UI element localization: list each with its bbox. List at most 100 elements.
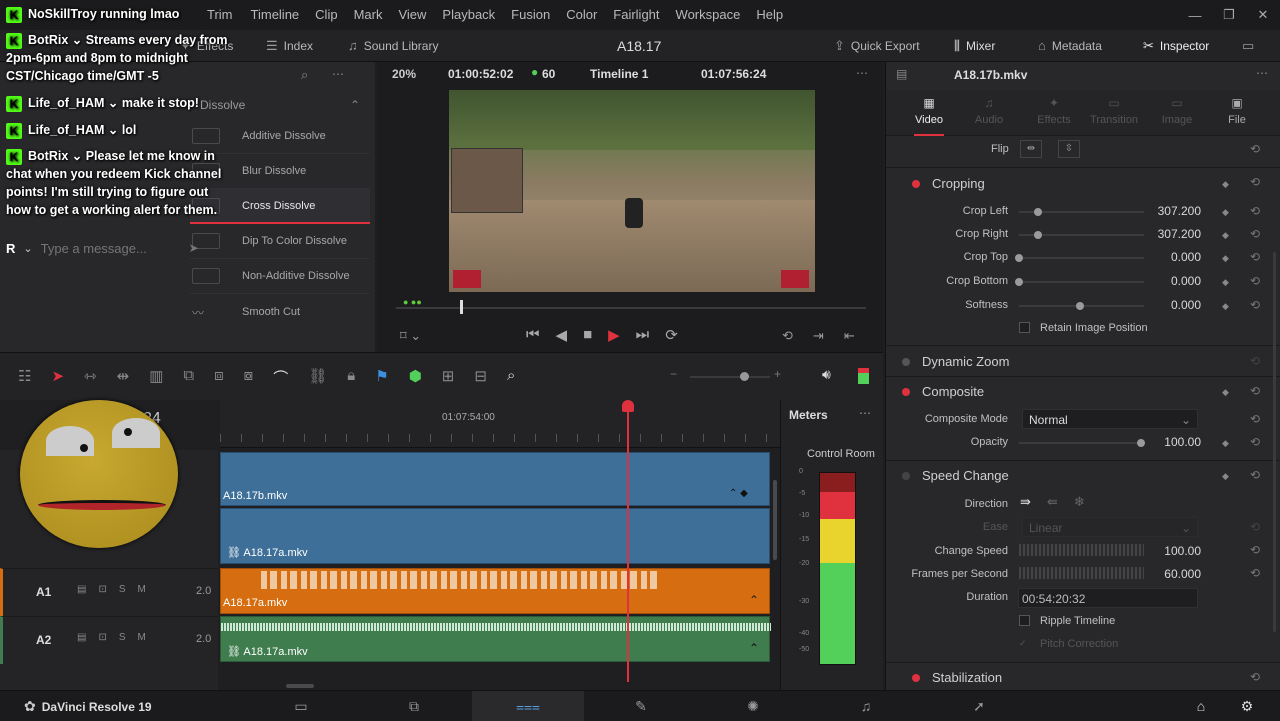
next-edit-icon[interactable]: ⇥ bbox=[813, 328, 824, 344]
slider-handle[interactable] bbox=[1034, 208, 1042, 216]
flip-vertical-icon[interactable]: ⇳ bbox=[1058, 140, 1080, 158]
video-clip-v1[interactable]: ⛓ A18.17a.mkv bbox=[220, 508, 770, 564]
tab-video[interactable]: ▦ Video bbox=[914, 96, 944, 126]
jump-end-icon[interactable]: ⏭ bbox=[636, 326, 650, 344]
jump-start-icon[interactable]: ⏮ bbox=[526, 326, 540, 344]
auto-select-icon[interactable]: ⊡ bbox=[98, 632, 106, 643]
reset-icon[interactable]: ⟲ bbox=[1250, 204, 1260, 218]
chat-message-input[interactable] bbox=[40, 240, 181, 256]
keyframe-icon[interactable]: ◆ bbox=[1222, 179, 1229, 190]
fusion-page-icon[interactable]: ✎ bbox=[611, 691, 671, 721]
crop-bottom-value[interactable]: 0.000 bbox=[1141, 274, 1201, 288]
dynamic-trim-icon[interactable]: ⇹ bbox=[117, 367, 130, 388]
menu-view[interactable]: View bbox=[398, 7, 426, 22]
track-header-a1[interactable]: A1 ▤ ⊡ S M 2.0 bbox=[0, 568, 218, 616]
crop-top-value[interactable]: 0.000 bbox=[1141, 250, 1201, 264]
menu-fairlight[interactable]: Fairlight bbox=[613, 7, 659, 22]
disabled-dot-icon[interactable] bbox=[902, 357, 910, 366]
stabilization-section-header[interactable]: Stabilization bbox=[912, 670, 1002, 685]
sound-library-button[interactable]: ♫ Sound Library bbox=[348, 38, 438, 53]
color-page-icon[interactable]: ✺ bbox=[723, 691, 783, 721]
change-speed-value[interactable]: 100.00 bbox=[1141, 544, 1201, 558]
volume-icon[interactable]: 🔊︎ bbox=[822, 366, 831, 383]
auto-select-icon[interactable]: ⊡ bbox=[98, 584, 106, 595]
more-options-icon[interactable]: ⋯ bbox=[859, 406, 871, 420]
keyframe-icon[interactable]: ◆ bbox=[1222, 277, 1229, 288]
fairlight-page-icon[interactable]: ♫ bbox=[836, 691, 896, 721]
timeline-selector[interactable]: Timeline 1 bbox=[590, 67, 648, 81]
tab-effects[interactable]: ✦ Effects bbox=[1034, 96, 1074, 126]
speed-change-section-header[interactable]: Speed Change bbox=[902, 468, 1009, 483]
crop-right-value[interactable]: 307.200 bbox=[1141, 227, 1201, 241]
tab-transition[interactable]: ▭ Transition bbox=[1086, 96, 1142, 126]
composite-mode-dropdown[interactable]: Normal ⌄ bbox=[1022, 409, 1198, 429]
flip-horizontal-icon[interactable]: ⇹ bbox=[1020, 140, 1042, 158]
settings-gear-icon[interactable]: ⚙ bbox=[1217, 691, 1277, 721]
dynamic-zoom-section-header[interactable]: Dynamic Zoom bbox=[902, 354, 1009, 369]
solo-button[interactable]: S bbox=[119, 584, 126, 595]
inspector-scrollbar[interactable] bbox=[1273, 252, 1276, 632]
match-frame-icon[interactable]: ⟲ bbox=[782, 328, 793, 344]
track-header-a2[interactable]: A2 ▤ ⊡ S M 2.0 bbox=[0, 616, 218, 664]
audio-meter-icon[interactable] bbox=[858, 368, 869, 384]
lock-icon[interactable]: ▤ bbox=[77, 584, 86, 595]
keyframe-icon[interactable]: ◆ bbox=[1222, 471, 1229, 482]
menu-clip[interactable]: Clip bbox=[315, 7, 337, 22]
reset-icon[interactable]: ⟲ bbox=[1250, 274, 1260, 288]
scrub-bar[interactable] bbox=[396, 307, 866, 309]
menu-playback[interactable]: Playback bbox=[442, 7, 495, 22]
crop-left-value[interactable]: 307.200 bbox=[1141, 204, 1201, 218]
snapping-icon[interactable]: ⌒ bbox=[273, 367, 288, 388]
keyframe-icon[interactable]: ◆ bbox=[1222, 387, 1229, 398]
search-icon[interactable]: ⌕ bbox=[301, 67, 308, 83]
chevron-down-icon[interactable]: ⌄ bbox=[23, 242, 32, 255]
trim-tool-icon[interactable]: ⇿ bbox=[84, 367, 97, 388]
ease-dropdown[interactable]: Linear ⌄ bbox=[1022, 517, 1198, 537]
insert-clip-icon[interactable]: ⧉ bbox=[183, 367, 194, 388]
timeline-scrollbar-horizontal[interactable] bbox=[286, 684, 314, 688]
tab-file[interactable]: ▣ File bbox=[1220, 96, 1254, 126]
effect-item[interactable]: Non-Additive Dissolve bbox=[190, 259, 370, 294]
effect-item[interactable]: 〰 Smooth Cut bbox=[190, 294, 370, 329]
freeze-icon[interactable]: ❄ bbox=[1074, 494, 1085, 510]
reset-icon[interactable]: ⟲ bbox=[1250, 670, 1260, 684]
safe-area-icon[interactable]: ⌑ ⌄ bbox=[400, 328, 421, 344]
zoom-full-icon[interactable]: ⊞ bbox=[442, 367, 455, 388]
link-icon[interactable]: ⛓ bbox=[308, 367, 327, 388]
zoom-dropdown[interactable]: 20% bbox=[392, 67, 416, 81]
video-clip-v2[interactable]: A18.17b.mkv ⌃ ◆ bbox=[220, 452, 770, 506]
more-options-icon[interactable]: ⋯ bbox=[856, 66, 868, 80]
stop-icon[interactable]: ■ bbox=[583, 326, 592, 344]
reset-icon[interactable]: ⟲ bbox=[1250, 384, 1260, 398]
softness-value[interactable]: 0.000 bbox=[1141, 298, 1201, 312]
menu-fusion[interactable]: Fusion bbox=[511, 7, 550, 22]
replace-clip-icon[interactable]: ⧇ bbox=[244, 367, 254, 388]
index-button[interactable]: ☰ Index bbox=[266, 38, 313, 54]
reset-icon[interactable]: ⟲ bbox=[1250, 142, 1260, 156]
media-page-icon[interactable]: ▭ bbox=[271, 691, 331, 721]
forward-icon[interactable]: ⇛ bbox=[1020, 494, 1031, 510]
close-icon[interactable]: ✕ bbox=[1246, 7, 1280, 23]
collapse-icon[interactable]: ⌃ bbox=[350, 98, 360, 112]
fps-value[interactable]: 60.000 bbox=[1141, 567, 1201, 581]
reset-icon[interactable]: ⟲ bbox=[1250, 543, 1260, 557]
inspector-button[interactable]: ✂ Inspector bbox=[1143, 38, 1209, 54]
mute-button[interactable]: M bbox=[138, 584, 146, 595]
flag-icon[interactable]: ⚑ bbox=[375, 367, 388, 388]
mute-button[interactable]: M bbox=[138, 632, 146, 643]
retain-position-checkbox[interactable] bbox=[1019, 322, 1030, 333]
menu-mark[interactable]: Mark bbox=[354, 7, 383, 22]
enabled-dot-icon[interactable] bbox=[912, 673, 920, 682]
pitch-checkbox[interactable]: ✓ bbox=[1019, 638, 1030, 649]
ripple-timeline-checkbox[interactable] bbox=[1019, 615, 1030, 626]
reset-icon[interactable]: ⟲ bbox=[1250, 250, 1260, 264]
composite-section-header[interactable]: Composite bbox=[902, 384, 984, 399]
enabled-dot-icon[interactable] bbox=[912, 179, 920, 188]
opacity-value[interactable]: 100.00 bbox=[1141, 435, 1201, 449]
crop-top-slider[interactable] bbox=[1019, 257, 1144, 259]
menu-workspace[interactable]: Workspace bbox=[676, 7, 741, 22]
solo-button[interactable]: S bbox=[119, 632, 126, 643]
slider-handle[interactable] bbox=[1015, 278, 1023, 286]
keyframe-icon[interactable]: ◆ bbox=[1222, 438, 1229, 449]
reset-icon[interactable]: ⟲ bbox=[1250, 175, 1260, 189]
